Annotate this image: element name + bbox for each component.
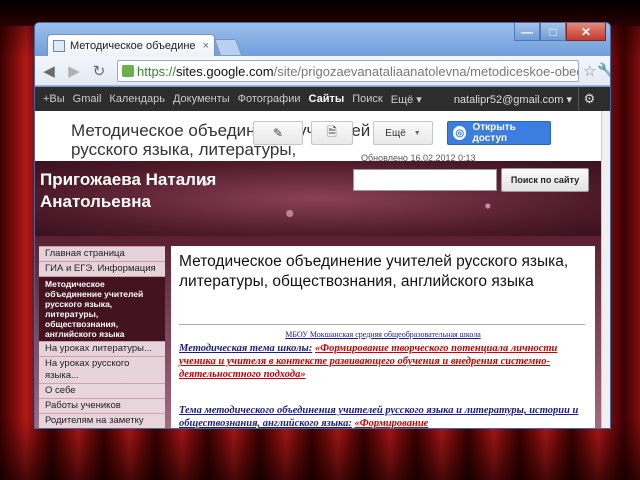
gbar-item-calendar[interactable]: Календарь xyxy=(109,93,165,105)
page-favicon-icon xyxy=(53,39,65,52)
site-name[interactable]: Пригожаева Наталия Анатольевна xyxy=(40,169,280,213)
new-page-button[interactable]: 🗎 xyxy=(311,121,353,145)
site-search-button[interactable]: Поиск по сайту xyxy=(501,168,589,192)
vertical-scrollbar[interactable] xyxy=(601,111,610,428)
maximize-button[interactable]: □ xyxy=(540,23,566,41)
wrench-icon[interactable]: 🔧 xyxy=(597,62,610,79)
url-path: /site/prigozaevanataliaanatolevna/metodi… xyxy=(273,63,579,79)
gbar-item-gmail[interactable]: Gmail xyxy=(73,93,102,105)
divider xyxy=(179,324,585,325)
globe-icon: ◎ xyxy=(453,126,467,140)
curtain-shadow xyxy=(0,420,640,480)
gbar-item-sites[interactable]: Сайты xyxy=(309,93,345,105)
school-link[interactable]: МБОУ Мокшанская средняя общеобразователь… xyxy=(171,330,595,339)
site-navigation: Главная страница ГИА и ЕГЭ. Информация М… xyxy=(39,246,165,428)
gbar-item-photos[interactable]: Фотографии xyxy=(238,93,301,105)
site-body: Главная страница ГИА и ЕГЭ. Информация М… xyxy=(35,236,601,429)
main-content: Методическое объединение учителей русско… xyxy=(171,246,595,429)
minimize-button[interactable]: — xyxy=(514,23,540,41)
title-bar: Методическое объедине × — □ ✕ xyxy=(35,23,610,56)
school-theme: Методическая тема школы: «Формирование т… xyxy=(179,342,585,381)
share-label: Открыть доступ xyxy=(472,122,516,144)
forward-arrow-icon[interactable]: ▶ xyxy=(63,60,85,82)
site-banner: Пригожаева Наталия Анатольевна Поиск по … xyxy=(35,161,601,236)
url-scheme: https:// xyxy=(137,63,177,79)
page-icon: 🗎 xyxy=(327,124,337,139)
gbar-item-more[interactable]: Ещё ▾ xyxy=(391,93,422,106)
address-bar[interactable]: https:// sites.google.com /site/prigozae… xyxy=(117,60,579,82)
new-tab-button[interactable] xyxy=(214,39,242,55)
sidebar-item-literature[interactable]: На уроках литературы... xyxy=(39,342,165,356)
back-arrow-icon[interactable]: ◀ xyxy=(38,60,60,82)
sidebar-item-parents[interactable]: Родителям на заметку xyxy=(39,414,165,428)
share-button[interactable]: ◎ Открыть доступ xyxy=(447,121,551,145)
content-heading: Методическое объединение учителей русско… xyxy=(179,253,569,290)
browser-tab[interactable]: Методическое объедине × xyxy=(47,34,215,56)
more-label: Ещё xyxy=(385,127,406,139)
gbar-item-plus[interactable]: +Вы xyxy=(43,93,65,105)
page-viewport: Методическое объединение учителей русско… xyxy=(35,111,601,429)
sidebar-item-home[interactable]: Главная страница xyxy=(39,247,165,261)
gear-icon[interactable]: ⚙ xyxy=(578,87,600,111)
sidebar-item-student-works[interactable]: Работы учеников xyxy=(39,399,165,413)
gbar-item-docs[interactable]: Документы xyxy=(173,93,230,105)
sidebar-item-about[interactable]: О себе xyxy=(39,384,165,398)
window-controls: — □ ✕ xyxy=(514,23,606,41)
gbar-item-search[interactable]: Поиск xyxy=(352,93,382,105)
chevron-down-icon: ▼ xyxy=(413,129,421,137)
edit-page-button[interactable]: ✎ xyxy=(253,121,303,145)
account-email[interactable]: natalipr52@gmail.com ▾ xyxy=(454,93,572,106)
more-actions-button[interactable]: Ещё ▼ xyxy=(373,121,433,145)
url-host: sites.google.com xyxy=(176,63,274,79)
google-bar: +Вы Gmail Календарь Документы Фотографии… xyxy=(35,87,610,111)
pencil-icon: ✎ xyxy=(272,126,284,140)
sidebar-item-russian[interactable]: На уроках русского языка... xyxy=(39,357,165,383)
browser-toolbar: ◀ ▶ ↻ https:// sites.google.com /site/pr… xyxy=(35,56,610,86)
bookmark-star-icon[interactable]: ☆ xyxy=(583,62,596,80)
tab-close-icon[interactable]: × xyxy=(203,40,209,52)
reload-icon[interactable]: ↻ xyxy=(88,60,110,82)
tab-title: Методическое объедине xyxy=(70,39,196,52)
mo-theme: Тема методического объединения учителей … xyxy=(179,404,585,429)
browser-window: Методическое объедине × — □ ✕ ◀ ▶ ↻ http… xyxy=(34,22,611,429)
site-search-input[interactable] xyxy=(353,169,497,191)
sidebar-item-gia[interactable]: ГИА и ЕГЭ. Информация xyxy=(39,262,165,276)
school-theme-label: Методическая тема школы: xyxy=(179,343,313,354)
close-window-button[interactable]: ✕ xyxy=(566,23,606,41)
lock-icon xyxy=(122,65,134,77)
sidebar-item-mo[interactable]: Методическое объединение учителей русско… xyxy=(39,277,165,341)
mo-theme-value: «Формирование xyxy=(354,418,429,429)
